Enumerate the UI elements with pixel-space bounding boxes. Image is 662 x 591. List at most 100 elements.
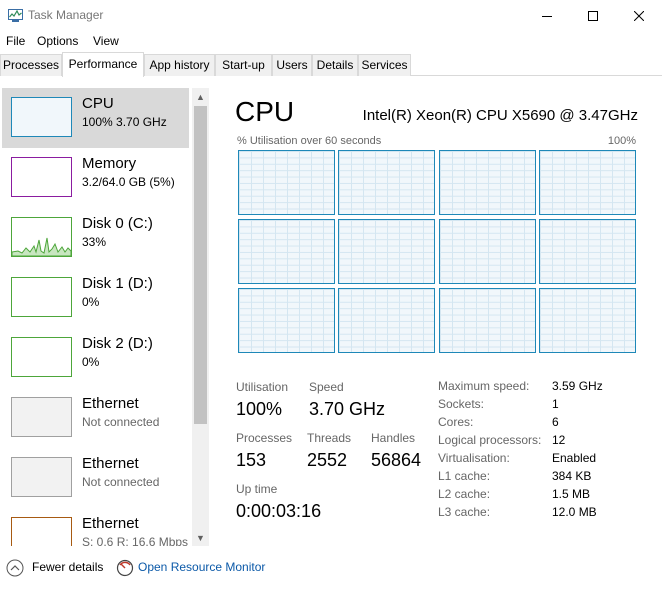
sidebar-item-ethernet-1[interactable]: Ethernet Not connected (2, 388, 189, 448)
sidebar-item-subtitle: 3.2/64.0 GB (5%) (82, 175, 175, 189)
disk-1-thumbnail (11, 277, 72, 317)
spec-label: L2 cache: (438, 487, 491, 501)
logical-processor-graph (539, 150, 636, 215)
handles-label: Handles (371, 431, 416, 445)
logical-processor-graph (338, 288, 435, 353)
logical-processor-graph (439, 219, 536, 284)
spec-label: L1 cache: (438, 469, 491, 483)
tab-users[interactable]: Users (272, 54, 312, 76)
fewer-details-button[interactable]: Fewer details (32, 560, 103, 574)
tab-app-history[interactable]: App history (144, 54, 215, 76)
ethernet-1-thumbnail (11, 397, 72, 437)
disk-activity-sparkline (12, 237, 71, 256)
scroll-thumb[interactable] (194, 106, 207, 424)
threads-label: Threads (307, 431, 352, 445)
logical-processor-graph (539, 219, 636, 284)
spec-label: Sockets: (438, 397, 485, 411)
cpu-thumbnail (11, 97, 72, 137)
spec-label: Cores: (438, 415, 474, 429)
spec-value: 384 KB (552, 469, 592, 483)
sidebar-item-title: Ethernet (82, 395, 139, 412)
spec-value: Enabled (552, 451, 597, 465)
disk-0-thumbnail (11, 217, 72, 257)
logical-processor-graph (338, 150, 435, 215)
sidebar-item-subtitle: 100% 3.70 GHz (82, 115, 167, 129)
resource-monitor-icon (116, 559, 134, 577)
logical-processor-graph (539, 288, 636, 353)
scroll-down-icon[interactable]: ▼ (192, 529, 209, 546)
sidebar-item-title: Disk 0 (C:) (82, 215, 153, 232)
menu-bar: File Options View (0, 31, 662, 51)
task-manager-icon (8, 9, 23, 22)
sidebar-item-cpu[interactable]: CPU 100% 3.70 GHz (2, 88, 189, 148)
sidebar-item-title: Memory (82, 155, 137, 172)
performance-sidebar: CPU 100% 3.70 GHz Memory 3.2/64.0 GB (5%… (0, 88, 192, 546)
maximize-button[interactable] (570, 0, 616, 31)
logical-processor-graph (238, 150, 335, 215)
tab-services[interactable]: Services (358, 54, 411, 76)
sidebar-item-memory[interactable]: Memory 3.2/64.0 GB (5%) (2, 148, 189, 208)
spec-label: Logical processors: (438, 433, 542, 447)
logical-processor-graph (338, 219, 435, 284)
open-resource-monitor-link[interactable]: Open Resource Monitor (138, 560, 265, 574)
sidebar-item-disk-0[interactable]: Disk 0 (C:) 33% (2, 208, 189, 268)
uptime-value: 0:00:03:16 (236, 501, 322, 521)
graph-max-label: 100% (607, 135, 636, 147)
sidebar-item-disk-1[interactable]: Disk 1 (D:) 0% (2, 268, 189, 328)
chevron-up-icon[interactable] (6, 559, 24, 577)
uptime-label: Up time (236, 482, 278, 496)
ethernet-3-thumbnail (11, 517, 72, 546)
spec-value: 3.59 GHz (552, 379, 603, 393)
memory-thumbnail (11, 157, 72, 197)
menu-view[interactable]: View (93, 34, 119, 48)
sidebar-item-title: Ethernet (82, 455, 139, 472)
window-title: Task Manager (28, 8, 104, 22)
sidebar-item-subtitle: S: 0.6 R: 16.6 Mbps (82, 535, 189, 546)
spec-value: 12.0 MB (552, 505, 597, 519)
logical-processor-graph (439, 288, 536, 353)
tab-performance[interactable]: Performance (62, 52, 144, 77)
scroll-up-icon[interactable]: ▲ (192, 88, 209, 105)
tab-details[interactable]: Details (312, 54, 358, 76)
title-bar: Task Manager (0, 0, 662, 31)
tab-processes[interactable]: Processes (0, 54, 62, 76)
utilisation-label: Utilisation (236, 380, 289, 394)
sidebar-scrollbar[interactable]: ▲ ▼ (192, 88, 209, 546)
minimize-icon (542, 15, 552, 17)
minimize-button[interactable] (524, 0, 570, 31)
threads-value: 2552 (307, 450, 348, 470)
footer-bar: Fewer details Open Resource Monitor (0, 554, 662, 591)
sidebar-item-subtitle: Not connected (82, 475, 160, 489)
close-button[interactable] (616, 0, 662, 31)
sidebar-item-title: Disk 2 (D:) (82, 335, 153, 352)
sidebar-item-ethernet-2[interactable]: Ethernet Not connected (2, 448, 189, 508)
logical-processor-graph (238, 288, 335, 353)
spec-label: Maximum speed: (438, 379, 530, 393)
spec-label: Virtualisation: (438, 451, 510, 465)
utilisation-value: 100% (236, 399, 283, 419)
menu-file[interactable]: File (6, 34, 25, 48)
cpu-model-name: Intel(R) Xeon(R) CPU X5690 @ 3.47GHz (362, 107, 638, 124)
logical-processor-graph (238, 219, 335, 284)
sidebar-item-subtitle: 0% (82, 355, 100, 369)
spec-label: L3 cache: (438, 505, 491, 519)
tab-start-up[interactable]: Start-up (215, 54, 272, 76)
disk-2-thumbnail (11, 337, 72, 377)
menu-options[interactable]: Options (37, 34, 78, 48)
sidebar-item-ethernet-3[interactable]: Ethernet S: 0.6 R: 16.6 Mbps (2, 508, 189, 546)
sidebar-item-disk-2[interactable]: Disk 2 (D:) 0% (2, 328, 189, 388)
sidebar-item-subtitle: 33% (82, 235, 107, 249)
sidebar-item-subtitle: Not connected (82, 415, 160, 429)
processes-label: Processes (236, 431, 293, 445)
sidebar-item-title: Ethernet (82, 515, 139, 532)
speed-value: 3.70 GHz (309, 399, 386, 419)
speed-label: Speed (309, 380, 344, 394)
processes-value: 153 (236, 450, 267, 470)
spec-value: 6 (552, 415, 559, 429)
tab-bar: Processes Performance App history Start-… (0, 52, 662, 77)
spec-value: 1 (552, 397, 559, 411)
page-title: CPU (235, 96, 295, 127)
sidebar-item-title: CPU (82, 95, 114, 112)
ethernet-2-thumbnail (11, 457, 72, 497)
handles-value: 56864 (371, 450, 422, 470)
